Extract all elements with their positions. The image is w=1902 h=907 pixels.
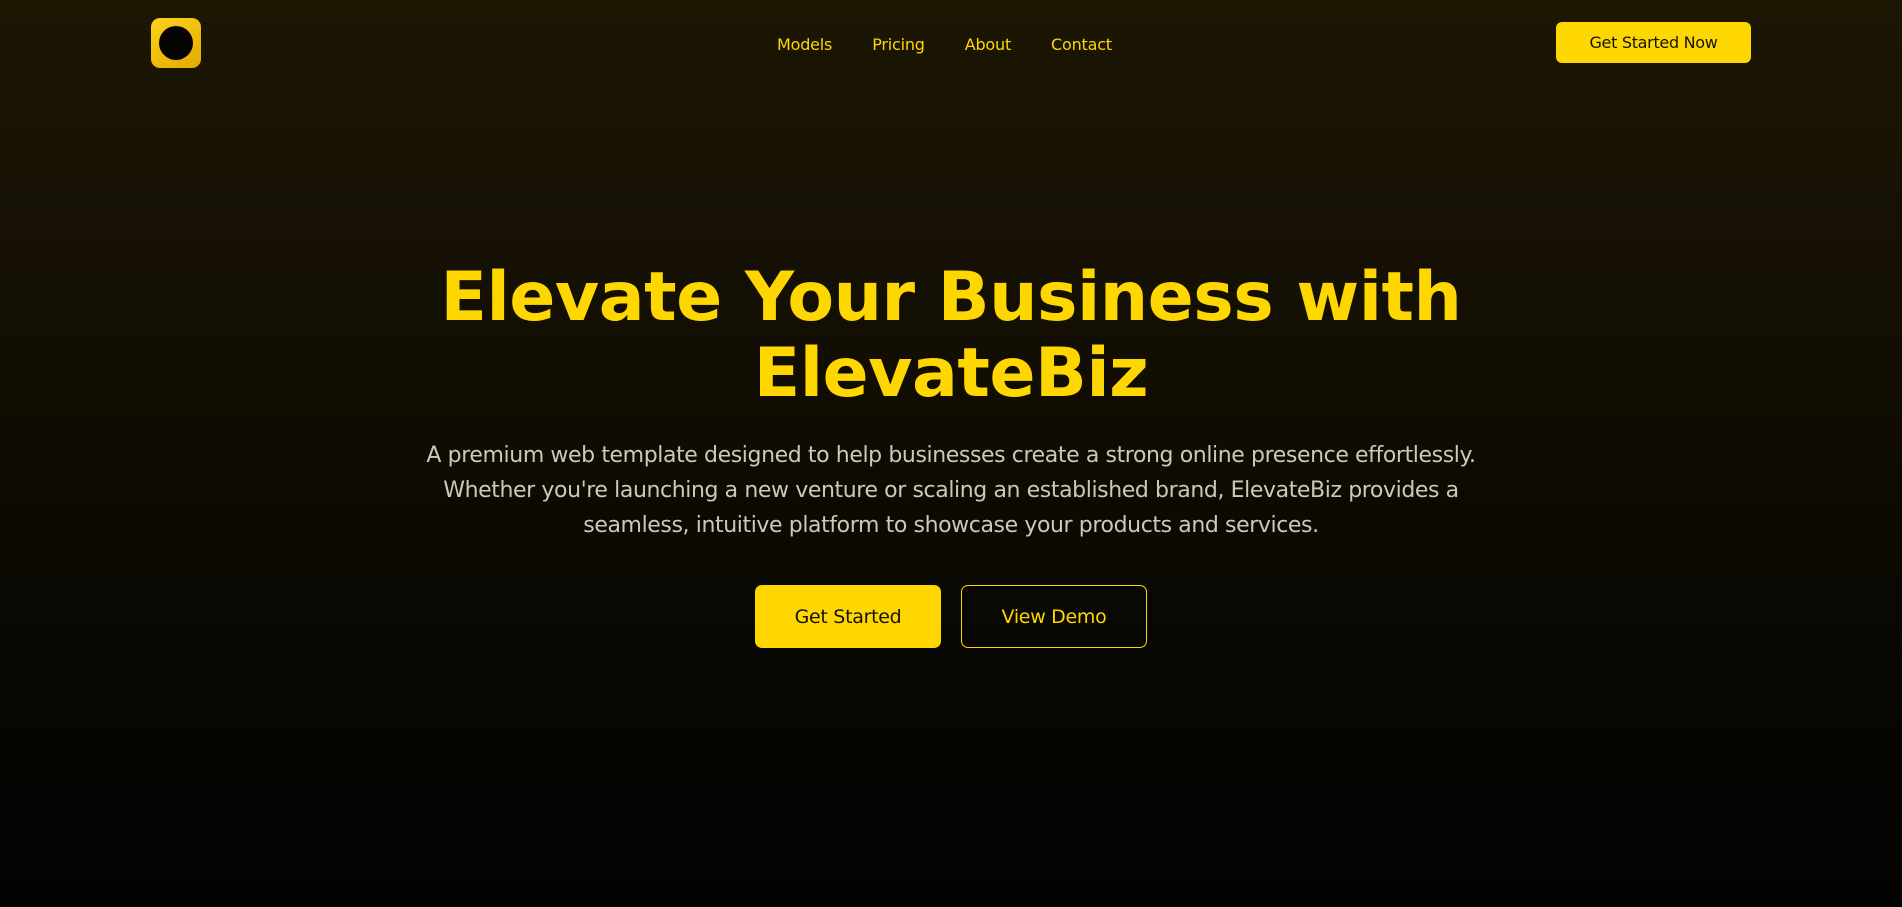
get-started-now-button[interactable]: Get Started Now (1556, 22, 1751, 63)
nav-link-contact[interactable]: Contact (1051, 35, 1112, 54)
view-demo-button[interactable]: View Demo (961, 585, 1147, 648)
nav-links: Models Pricing About Contact (777, 30, 1112, 58)
hero-subtitle: A premium web template designed to help … (426, 443, 1476, 538)
hero-actions: Get Started View Demo (0, 585, 1902, 648)
get-started-button[interactable]: Get Started (755, 585, 941, 648)
nav-link-models[interactable]: Models (777, 35, 832, 54)
hero-title: Elevate Your Business with ElevateBiz (440, 258, 1462, 413)
logo-icon[interactable] (151, 18, 201, 68)
top-navbar: Models Pricing About Contact Get Started… (0, 0, 1902, 88)
nav-link-pricing[interactable]: Pricing (872, 35, 925, 54)
nav-link-about[interactable]: About (965, 35, 1012, 54)
logo-circle (159, 26, 193, 60)
hero-section: Elevate Your Business with ElevateBiz A … (0, 260, 1902, 648)
